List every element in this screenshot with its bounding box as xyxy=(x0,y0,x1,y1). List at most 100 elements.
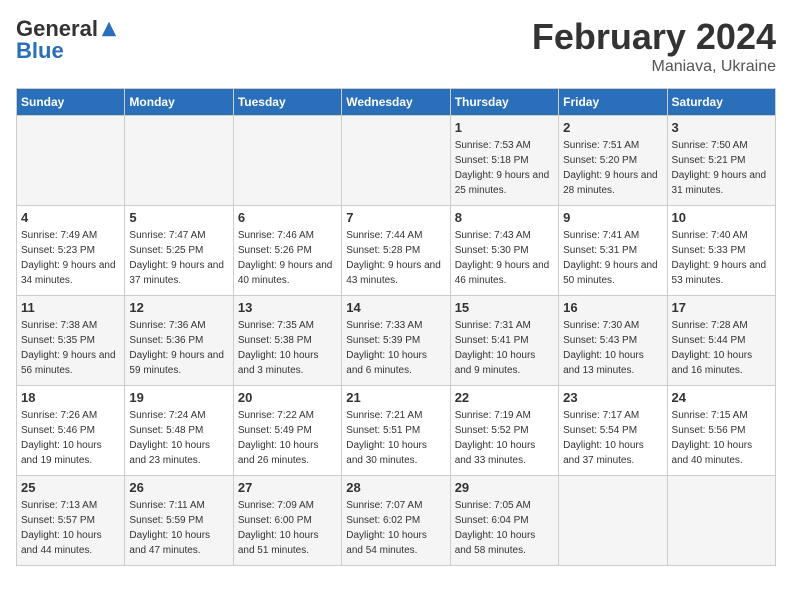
calendar-cell: 28 Sunrise: 7:07 AM Sunset: 6:02 PM Dayli… xyxy=(342,476,450,566)
calendar-cell: 6Sunrise: 7:46 AM Sunset: 5:26 PM Daylig… xyxy=(233,206,341,296)
calendar-cell: 10 Sunrise: 7:40 AM Sunset: 5:33 PM Dayli… xyxy=(667,206,775,296)
day-number: 3 xyxy=(672,120,771,135)
day-number: 27 xyxy=(238,480,337,495)
day-info: Sunrise: 7:21 AM Sunset: 5:51 PM Dayligh… xyxy=(346,408,445,468)
weekday-header-thursday: Thursday xyxy=(450,89,558,116)
day-number: 26 xyxy=(129,480,228,495)
day-number: 12 xyxy=(129,300,228,315)
day-number: 5 xyxy=(129,210,228,225)
location-subtitle: Maniava, Ukraine xyxy=(532,58,776,76)
day-number: 11 xyxy=(21,300,120,315)
day-info: Sunrise: 7:53 AM Sunset: 5:18 PM Dayligh… xyxy=(455,138,554,198)
day-info: Sunrise: 7:24 AM Sunset: 5:48 PM Dayligh… xyxy=(129,408,228,468)
day-info: Sunrise: 7:22 AM Sunset: 5:49 PM Dayligh… xyxy=(238,408,337,468)
day-number: 17 xyxy=(672,300,771,315)
day-number: 14 xyxy=(346,300,445,315)
day-number: 28 xyxy=(346,480,445,495)
day-info: Sunrise: 7:50 AM Sunset: 5:21 PM Dayligh… xyxy=(672,138,771,198)
calendar-cell: 8 Sunrise: 7:43 AM Sunset: 5:30 PM Daylig… xyxy=(450,206,558,296)
calendar-cell: 22 Sunrise: 7:19 AM Sunset: 5:52 PM Dayli… xyxy=(450,386,558,476)
calendar-cell: 24 Sunrise: 7:15 AM Sunset: 5:56 PM Dayli… xyxy=(667,386,775,476)
day-number: 4 xyxy=(21,210,120,225)
calendar-cell: 4 Sunrise: 7:49 AM Sunset: 5:23 PM Daylig… xyxy=(17,206,125,296)
calendar-cell xyxy=(17,116,125,206)
day-number: 20 xyxy=(238,390,337,405)
day-info: Sunrise: 7:07 AM Sunset: 6:02 PM Dayligh… xyxy=(346,498,445,558)
day-number: 16 xyxy=(563,300,662,315)
calendar-cell xyxy=(342,116,450,206)
calendar-table: SundayMondayTuesdayWednesdayThursdayFrid… xyxy=(16,88,776,566)
header: General Blue February 2024 Maniava, Ukra… xyxy=(16,16,776,76)
day-number: 21 xyxy=(346,390,445,405)
calendar-cell: 7 Sunrise: 7:44 AM Sunset: 5:28 PM Daylig… xyxy=(342,206,450,296)
weekday-header-sunday: Sunday xyxy=(17,89,125,116)
calendar-cell: 16Sunrise: 7:30 AM Sunset: 5:43 PM Dayli… xyxy=(559,296,667,386)
weekday-header-friday: Friday xyxy=(559,89,667,116)
day-info: Sunrise: 7:17 AM Sunset: 5:54 PM Dayligh… xyxy=(563,408,662,468)
calendar-cell: 5Sunrise: 7:47 AM Sunset: 5:25 PM Daylig… xyxy=(125,206,233,296)
day-number: 13 xyxy=(238,300,337,315)
day-info: Sunrise: 7:44 AM Sunset: 5:28 PM Dayligh… xyxy=(346,228,445,288)
day-info: Sunrise: 7:40 AM Sunset: 5:33 PM Dayligh… xyxy=(672,228,771,288)
calendar-week-4: 18 Sunrise: 7:26 AM Sunset: 5:46 PM Dayli… xyxy=(17,386,776,476)
day-number: 22 xyxy=(455,390,554,405)
day-info: Sunrise: 7:35 AM Sunset: 5:38 PM Dayligh… xyxy=(238,318,337,378)
calendar-cell: 21 Sunrise: 7:21 AM Sunset: 5:51 PM Dayli… xyxy=(342,386,450,476)
weekday-header-tuesday: Tuesday xyxy=(233,89,341,116)
weekday-header-row: SundayMondayTuesdayWednesdayThursdayFrid… xyxy=(17,89,776,116)
calendar-body: 1 Sunrise: 7:53 AM Sunset: 5:18 PM Daylig… xyxy=(17,116,776,566)
logo-blue: Blue xyxy=(16,38,64,64)
day-number: 23 xyxy=(563,390,662,405)
weekday-header-wednesday: Wednesday xyxy=(342,89,450,116)
calendar-cell: 15 Sunrise: 7:31 AM Sunset: 5:41 PM Dayli… xyxy=(450,296,558,386)
calendar-cell xyxy=(125,116,233,206)
day-info: Sunrise: 7:46 AM Sunset: 5:26 PM Dayligh… xyxy=(238,228,337,288)
calendar-cell: 14 Sunrise: 7:33 AM Sunset: 5:39 PM Dayli… xyxy=(342,296,450,386)
calendar-cell: 9 Sunrise: 7:41 AM Sunset: 5:31 PM Daylig… xyxy=(559,206,667,296)
title-area: February 2024 Maniava, Ukraine xyxy=(532,16,776,76)
calendar-week-5: 25Sunrise: 7:13 AM Sunset: 5:57 PM Dayli… xyxy=(17,476,776,566)
day-number: 19 xyxy=(129,390,228,405)
month-title: February 2024 xyxy=(532,16,776,58)
day-info: Sunrise: 7:49 AM Sunset: 5:23 PM Dayligh… xyxy=(21,228,120,288)
day-info: Sunrise: 7:09 AM Sunset: 6:00 PM Dayligh… xyxy=(238,498,337,558)
weekday-header-monday: Monday xyxy=(125,89,233,116)
calendar-cell: 29 Sunrise: 7:05 AM Sunset: 6:04 PM Dayli… xyxy=(450,476,558,566)
calendar-cell: 25Sunrise: 7:13 AM Sunset: 5:57 PM Dayli… xyxy=(17,476,125,566)
calendar-week-2: 4 Sunrise: 7:49 AM Sunset: 5:23 PM Daylig… xyxy=(17,206,776,296)
day-info: Sunrise: 7:31 AM Sunset: 5:41 PM Dayligh… xyxy=(455,318,554,378)
day-info: Sunrise: 7:26 AM Sunset: 5:46 PM Dayligh… xyxy=(21,408,120,468)
weekday-header-saturday: Saturday xyxy=(667,89,775,116)
calendar-cell: 23 Sunrise: 7:17 AM Sunset: 5:54 PM Dayli… xyxy=(559,386,667,476)
calendar-cell: 3 Sunrise: 7:50 AM Sunset: 5:21 PM Daylig… xyxy=(667,116,775,206)
calendar-cell xyxy=(559,476,667,566)
day-info: Sunrise: 7:13 AM Sunset: 5:57 PM Dayligh… xyxy=(21,498,120,558)
calendar-cell: 12 Sunrise: 7:36 AM Sunset: 5:36 PM Dayli… xyxy=(125,296,233,386)
day-number: 8 xyxy=(455,210,554,225)
day-number: 9 xyxy=(563,210,662,225)
day-number: 7 xyxy=(346,210,445,225)
logo: General Blue xyxy=(16,16,118,64)
day-number: 15 xyxy=(455,300,554,315)
day-info: Sunrise: 7:05 AM Sunset: 6:04 PM Dayligh… xyxy=(455,498,554,558)
day-number: 1 xyxy=(455,120,554,135)
calendar-cell: 1 Sunrise: 7:53 AM Sunset: 5:18 PM Daylig… xyxy=(450,116,558,206)
calendar-cell xyxy=(233,116,341,206)
calendar-cell: 20 Sunrise: 7:22 AM Sunset: 5:49 PM Dayli… xyxy=(233,386,341,476)
day-info: Sunrise: 7:28 AM Sunset: 5:44 PM Dayligh… xyxy=(672,318,771,378)
calendar-week-3: 11Sunrise: 7:38 AM Sunset: 5:35 PM Dayli… xyxy=(17,296,776,386)
calendar-cell: 26 Sunrise: 7:11 AM Sunset: 5:59 PM Dayli… xyxy=(125,476,233,566)
day-info: Sunrise: 7:36 AM Sunset: 5:36 PM Dayligh… xyxy=(129,318,228,378)
day-info: Sunrise: 7:41 AM Sunset: 5:31 PM Dayligh… xyxy=(563,228,662,288)
day-number: 24 xyxy=(672,390,771,405)
calendar-cell: 17 Sunrise: 7:28 AM Sunset: 5:44 PM Dayli… xyxy=(667,296,775,386)
day-number: 29 xyxy=(455,480,554,495)
day-info: Sunrise: 7:43 AM Sunset: 5:30 PM Dayligh… xyxy=(455,228,554,288)
day-info: Sunrise: 7:33 AM Sunset: 5:39 PM Dayligh… xyxy=(346,318,445,378)
day-info: Sunrise: 7:19 AM Sunset: 5:52 PM Dayligh… xyxy=(455,408,554,468)
calendar-cell: 27 Sunrise: 7:09 AM Sunset: 6:00 PM Dayli… xyxy=(233,476,341,566)
day-number: 10 xyxy=(672,210,771,225)
day-number: 18 xyxy=(21,390,120,405)
day-info: Sunrise: 7:11 AM Sunset: 5:59 PM Dayligh… xyxy=(129,498,228,558)
day-info: Sunrise: 7:15 AM Sunset: 5:56 PM Dayligh… xyxy=(672,408,771,468)
